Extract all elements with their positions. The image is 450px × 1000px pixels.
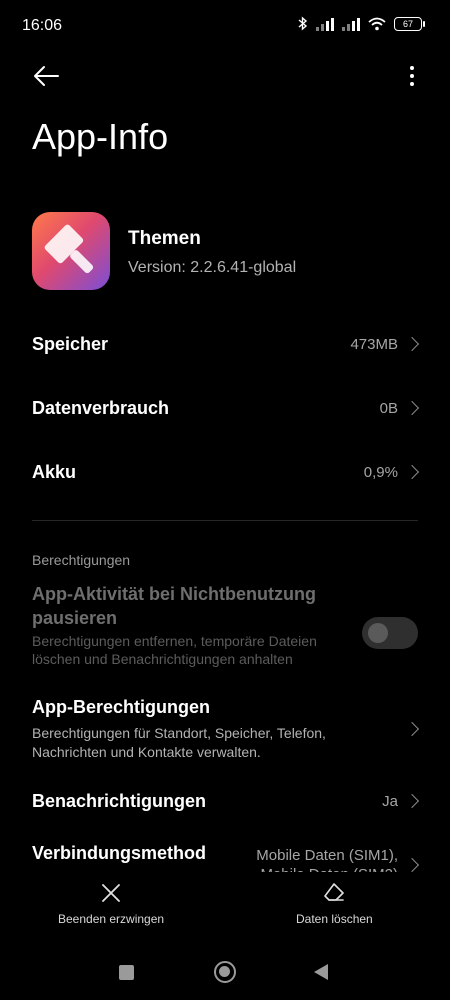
eraser-icon bbox=[324, 883, 345, 901]
back-triangle-icon[interactable] bbox=[314, 964, 328, 980]
clear-data-label: Daten löschen bbox=[296, 912, 373, 926]
bluetooth-icon bbox=[298, 16, 308, 31]
data-usage-value: 0B bbox=[379, 400, 398, 417]
notifications-label: Benachrichtigungen bbox=[32, 791, 207, 811]
back-arrow-icon bbox=[34, 66, 59, 86]
battery-icon: 67 bbox=[394, 16, 425, 31]
battery-row[interactable]: Akku 0,9% bbox=[0, 450, 450, 494]
chevron-right-icon bbox=[406, 465, 420, 479]
data-usage-row[interactable]: Datenverbrauch 0B bbox=[0, 386, 450, 430]
permissions-section-label: Berechtigungen bbox=[32, 552, 131, 568]
chevron-right-icon bbox=[406, 858, 420, 872]
app-name: Themen bbox=[128, 228, 201, 249]
battery-value: 0,9% bbox=[363, 464, 398, 481]
app-permissions-title: App-Berechtigungen bbox=[32, 697, 210, 717]
chevron-right-icon bbox=[406, 337, 420, 351]
recents-square-icon[interactable] bbox=[119, 965, 134, 980]
status-bar: 16:06 67 bbox=[0, 0, 450, 52]
signal-sim2-icon bbox=[342, 17, 360, 31]
page-title: App-Info bbox=[32, 116, 169, 157]
system-nav-bar bbox=[0, 948, 450, 1000]
battery-label: Akku bbox=[32, 462, 77, 482]
notifications-row[interactable]: Benachrichtigungen Ja bbox=[0, 780, 450, 824]
data-usage-label: Datenverbrauch bbox=[32, 398, 170, 418]
status-icons: 67 bbox=[298, 16, 425, 31]
back-button[interactable] bbox=[30, 60, 62, 92]
storage-row[interactable]: Speicher 473MB bbox=[0, 322, 450, 366]
force-stop-button[interactable]: Beenden erzwingen bbox=[58, 882, 164, 926]
pause-activity-title: App-Aktivität bei Nichtbenutzung pausier… bbox=[32, 584, 316, 628]
storage-label: Speicher bbox=[32, 334, 109, 354]
wifi-icon bbox=[368, 17, 386, 30]
home-circle-icon[interactable] bbox=[214, 961, 236, 983]
storage-value: 473MB bbox=[350, 336, 398, 353]
pause-activity-toggle[interactable] bbox=[362, 617, 418, 649]
chevron-right-icon bbox=[406, 401, 420, 415]
status-time: 16:06 bbox=[22, 17, 63, 34]
close-x-icon bbox=[102, 884, 120, 902]
more-dots-icon bbox=[410, 66, 414, 70]
more-options-button[interactable] bbox=[404, 60, 420, 92]
chevron-right-icon bbox=[406, 794, 420, 808]
bottom-action-bar: Beenden erzwingen Daten löschen bbox=[0, 872, 450, 942]
divider bbox=[32, 520, 418, 521]
top-bar bbox=[0, 56, 450, 96]
clear-data-button[interactable]: Daten löschen bbox=[296, 882, 373, 926]
chevron-right-icon bbox=[406, 722, 420, 736]
connection-method-label: Verbindungsmethod bbox=[32, 843, 207, 863]
themes-app-icon bbox=[32, 212, 110, 290]
app-version: Version: 2.2.6.41-global bbox=[128, 259, 297, 276]
signal-sim1-icon bbox=[316, 17, 334, 31]
notifications-value: Ja bbox=[382, 793, 398, 810]
app-permissions-subtitle: Berechtigungen für Standort, Speicher, T… bbox=[32, 725, 326, 760]
toggle-knob bbox=[368, 623, 388, 643]
pause-activity-subtitle: Berechtigungen entfernen, temporäre Date… bbox=[32, 633, 317, 667]
force-stop-label: Beenden erzwingen bbox=[58, 912, 165, 926]
